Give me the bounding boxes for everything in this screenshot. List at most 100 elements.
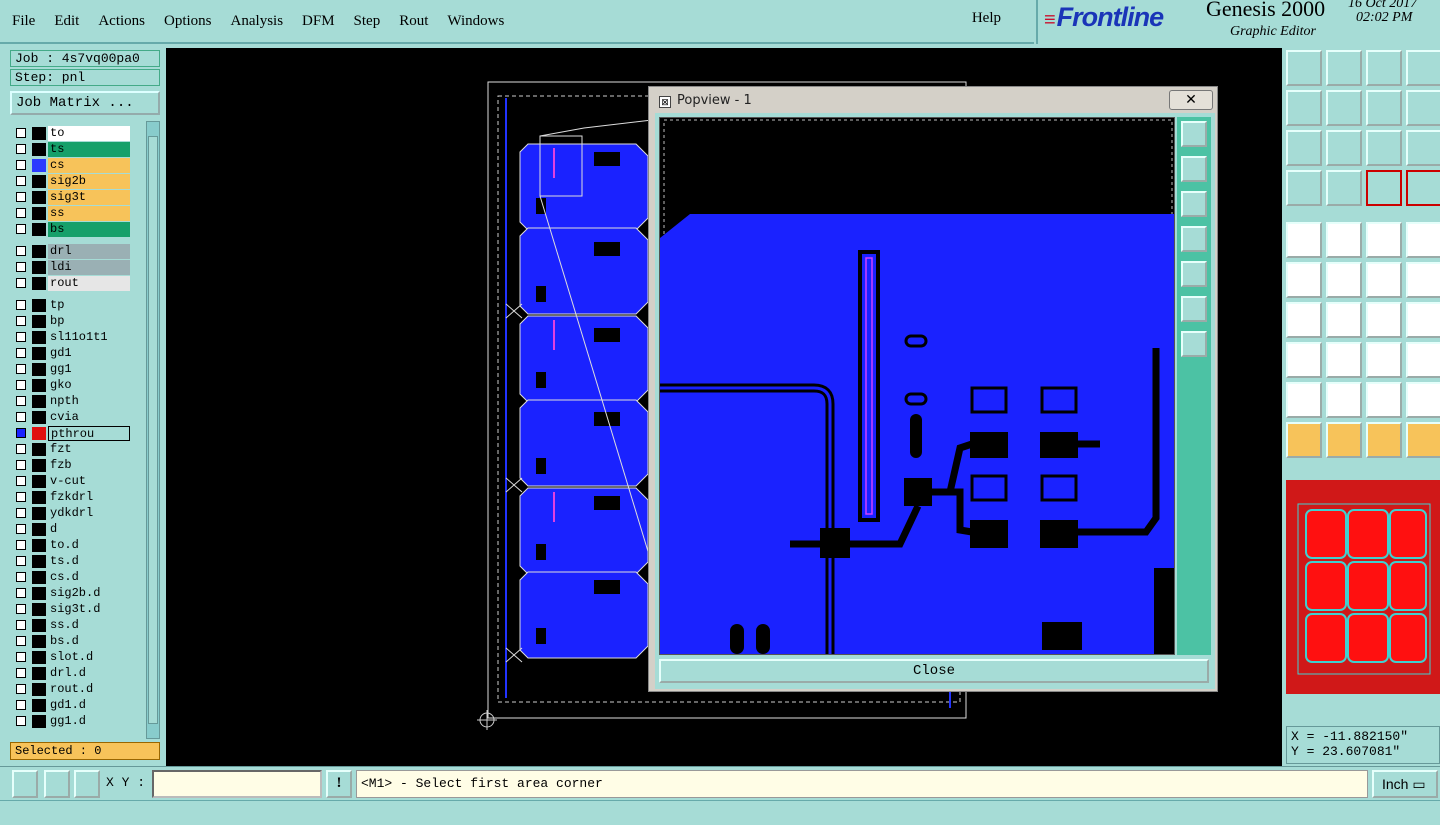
triangle-icon[interactable]: [1286, 382, 1322, 418]
layer-name[interactable]: drl.d: [48, 666, 130, 681]
layer-name[interactable]: d: [48, 522, 130, 537]
copy-icon[interactable]: [1406, 342, 1440, 378]
snap-icon[interactable]: [12, 770, 38, 798]
layer-row[interactable]: sig2b.d: [11, 586, 137, 601]
layer-name[interactable]: gg1.d: [48, 714, 130, 729]
layer-checkbox[interactable]: [16, 700, 26, 710]
line-icon[interactable]: [1286, 302, 1322, 338]
layer-checkbox[interactable]: [16, 412, 26, 422]
pan-right-icon[interactable]: [1181, 261, 1207, 287]
layer-checkbox[interactable]: [16, 208, 26, 218]
layer-checkbox[interactable]: [16, 380, 26, 390]
select-icon[interactable]: [1326, 422, 1362, 458]
net-icon[interactable]: [1366, 170, 1402, 206]
center-icon[interactable]: [1366, 342, 1402, 378]
popview-titlebar[interactable]: ⊠ Popview - 1 ✕: [651, 89, 1215, 113]
layers-icon[interactable]: [1406, 170, 1440, 206]
layer-name[interactable]: sig2b: [48, 174, 130, 189]
layer-name[interactable]: gko: [48, 378, 130, 393]
layer-row[interactable]: bs: [11, 222, 137, 237]
layer-name[interactable]: cs.d: [48, 570, 130, 585]
layer-color-swatch[interactable]: [32, 699, 46, 712]
layer-row[interactable]: sl11o1t1: [11, 330, 137, 345]
popview-close-x-button[interactable]: ✕: [1169, 90, 1213, 110]
layer-name[interactable]: rout.d: [48, 682, 130, 697]
zoom-home-icon[interactable]: [1326, 130, 1362, 166]
zoom-right-icon[interactable]: [1326, 90, 1362, 126]
layer-color-swatch[interactable]: [32, 363, 46, 376]
zoom-in-icon[interactable]: [1181, 156, 1207, 182]
menu-edit[interactable]: Edit: [54, 13, 79, 30]
layer-name[interactable]: fzkdrl: [48, 490, 130, 505]
layer-color-swatch[interactable]: [32, 683, 46, 696]
layer-row[interactable]: d: [11, 522, 137, 537]
layer-row[interactable]: bp: [11, 314, 137, 329]
connect-icon[interactable]: [1286, 262, 1322, 298]
layer-color-swatch[interactable]: [32, 191, 46, 204]
layer-row[interactable]: to: [11, 126, 137, 141]
layer-checkbox[interactable]: [16, 604, 26, 614]
measure-icon[interactable]: [1366, 222, 1402, 258]
layer-checkbox[interactable]: [16, 128, 26, 138]
save-icon[interactable]: [1326, 50, 1362, 86]
layer-color-swatch[interactable]: [32, 159, 46, 172]
layer-name[interactable]: gd1.d: [48, 698, 130, 713]
layer-name[interactable]: ydkdrl: [48, 506, 130, 521]
pan-left-icon[interactable]: [1181, 226, 1207, 252]
home-icon[interactable]: [1366, 50, 1402, 86]
pad-icon[interactable]: [1406, 222, 1440, 258]
route-icon[interactable]: [1406, 382, 1440, 418]
layer-name[interactable]: bs.d: [48, 634, 130, 649]
undo-arc-icon[interactable]: [1366, 302, 1402, 338]
layer-checkbox[interactable]: [16, 300, 26, 310]
warning-button[interactable]: !: [326, 770, 352, 798]
layer-color-swatch[interactable]: [32, 395, 46, 408]
layer-color-swatch[interactable]: [32, 143, 46, 156]
layer-checkbox[interactable]: [16, 668, 26, 678]
layer-name[interactable]: ss: [48, 206, 130, 221]
layer-checkbox[interactable]: [16, 540, 26, 550]
snap-icon[interactable]: [1286, 222, 1322, 258]
zoom-fit-icon[interactable]: [1181, 296, 1207, 322]
layer-name[interactable]: bs: [48, 222, 130, 237]
layer-name[interactable]: to.d: [48, 538, 130, 553]
layer-name[interactable]: slot.d: [48, 650, 130, 665]
zoom-fit-icon[interactable]: [1286, 130, 1322, 166]
layer-name[interactable]: ldi: [48, 260, 130, 275]
menu-options[interactable]: Options: [164, 13, 212, 30]
layer-row[interactable]: ts.d: [11, 554, 137, 569]
grid-snap-icon[interactable]: [74, 770, 100, 798]
layer-row[interactable]: ss.d: [11, 618, 137, 633]
layer-color-swatch[interactable]: [32, 379, 46, 392]
layer-name[interactable]: ts.d: [48, 554, 130, 569]
layer-name[interactable]: ts: [48, 142, 130, 157]
layer-checkbox[interactable]: [16, 262, 26, 272]
layer-row[interactable]: ss: [11, 206, 137, 221]
layer-name[interactable]: gg1: [48, 362, 130, 377]
layer-checkbox[interactable]: [16, 524, 26, 534]
layer-name[interactable]: pthrou: [48, 426, 130, 441]
layer-checkbox[interactable]: [16, 508, 26, 518]
minus-icon[interactable]: [1326, 342, 1362, 378]
layer-name[interactable]: sig2b.d: [48, 586, 130, 601]
menu-windows[interactable]: Windows: [447, 13, 504, 30]
layer-checkbox[interactable]: [16, 192, 26, 202]
angle-icon[interactable]: [44, 770, 70, 798]
layer-name[interactable]: gd1: [48, 346, 130, 361]
layer-row[interactable]: cvia: [11, 410, 137, 425]
layer-checkbox[interactable]: [16, 652, 26, 662]
cross-icon[interactable]: [1326, 262, 1362, 298]
layer-checkbox[interactable]: [16, 176, 26, 186]
layer-color-swatch[interactable]: [32, 523, 46, 536]
layer-name[interactable]: to: [48, 126, 130, 141]
layer-name[interactable]: cvia: [48, 410, 130, 425]
layer-color-swatch[interactable]: [32, 603, 46, 616]
layer-color-swatch[interactable]: [32, 443, 46, 456]
zoomed-pcb[interactable]: [660, 118, 1174, 654]
redo-icon[interactable]: [1406, 90, 1440, 126]
layer-name[interactable]: fzt: [48, 442, 130, 457]
menu-rout[interactable]: Rout: [399, 13, 428, 30]
layer-color-swatch[interactable]: [32, 651, 46, 664]
layer-row[interactable]: cs: [11, 158, 137, 173]
layer-checkbox[interactable]: [16, 460, 26, 470]
